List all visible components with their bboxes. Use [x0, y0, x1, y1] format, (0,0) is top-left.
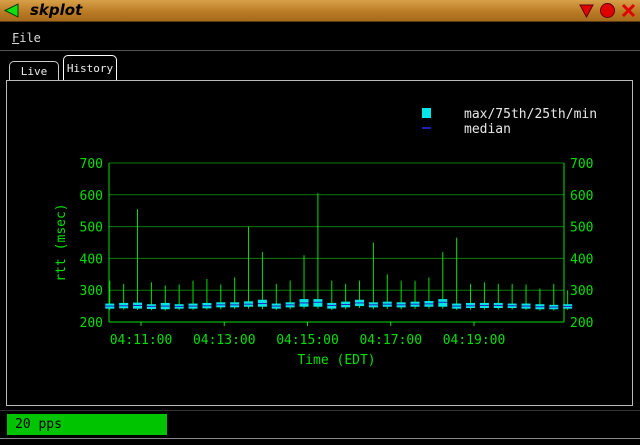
y-tick-label-right: 700: [570, 157, 593, 172]
box-group: [493, 283, 503, 310]
box-group: [535, 288, 545, 311]
window-title: skplot: [30, 1, 83, 19]
menu-bar: File: [0, 23, 640, 51]
legend-box-swatch: [422, 108, 431, 118]
tab-history[interactable]: History: [63, 55, 117, 81]
y-tick-label-left: 400: [80, 252, 103, 267]
box-group: [105, 280, 115, 310]
box-group: [424, 277, 434, 309]
maximize-icon[interactable]: [599, 2, 616, 19]
box-group: [146, 282, 156, 311]
box-group: [299, 255, 309, 309]
box-iqr: [313, 299, 323, 307]
box-group: [244, 226, 254, 309]
menu-file[interactable]: File: [12, 31, 41, 45]
box-group: [271, 283, 281, 310]
y-tick-label-right: 200: [570, 316, 593, 331]
box-group: [507, 283, 517, 310]
box-group: [257, 252, 267, 310]
minimize-icon[interactable]: [578, 2, 595, 19]
y-tick-label-left: 300: [80, 284, 103, 299]
box-group: [521, 284, 531, 310]
y-tick-label-right: 600: [570, 189, 593, 204]
box-group: [285, 280, 295, 310]
history-panel: 200 200 300 300 400 400 500 500 600 600 700 700 04:1…: [6, 80, 633, 406]
legend-median-label: median: [464, 122, 511, 137]
box-group: [549, 283, 559, 311]
y-tick-label-left: 600: [80, 189, 103, 204]
x-axis-label: Time (EDT): [297, 353, 375, 368]
box-group: [188, 280, 198, 310]
tab-live[interactable]: Live: [9, 61, 59, 81]
y-tick-label-left: 200: [80, 316, 103, 331]
box-group: [382, 274, 392, 309]
box-group: [133, 209, 143, 310]
y-tick-label-right: 500: [570, 221, 593, 236]
box-group: [355, 280, 365, 309]
box-group: [479, 282, 489, 310]
legend-box-label: max/75th/25th/min: [464, 107, 597, 122]
x-tick-label: 04:15:00: [276, 333, 339, 348]
box-group: [216, 284, 226, 310]
x-tick-label: 04:19:00: [443, 333, 506, 348]
box-group: [466, 283, 476, 310]
box-group: [230, 277, 240, 309]
box-group: [327, 280, 337, 310]
y-tick-label-left: 500: [80, 221, 103, 236]
box-iqr: [438, 299, 448, 307]
pps-indicator: 20 pps: [7, 414, 167, 435]
box-group: [396, 280, 406, 310]
box-group: [341, 283, 351, 310]
box-group: [119, 283, 129, 310]
y-tick-label-right: 400: [570, 252, 593, 267]
x-tick-label: 04:11:00: [110, 333, 173, 348]
box-group: [160, 285, 170, 311]
close-icon[interactable]: [620, 2, 637, 19]
menu-file-rest: ile: [19, 31, 41, 45]
y-tick-label-right: 300: [570, 284, 593, 299]
box-group: [410, 280, 420, 309]
box-group: [438, 252, 448, 309]
y-tick-label-left: 700: [80, 157, 103, 172]
title-bar: skplot: [0, 0, 640, 22]
back-arrow-icon[interactable]: [3, 2, 20, 19]
box-group: [313, 193, 323, 309]
box-group: [202, 279, 212, 310]
box-group: [452, 237, 462, 310]
box-group: [368, 242, 378, 310]
x-tick-label: 04:17:00: [359, 333, 422, 348]
y-axis-label: rtt (msec): [54, 203, 69, 281]
x-tick-label: 04:13:00: [193, 333, 256, 348]
rtt-box-chart: 200 200 300 300 400 400 500 500 600 600 700 700 04:1…: [54, 107, 597, 368]
box-group: [174, 284, 184, 310]
bottom-border: [0, 438, 640, 444]
